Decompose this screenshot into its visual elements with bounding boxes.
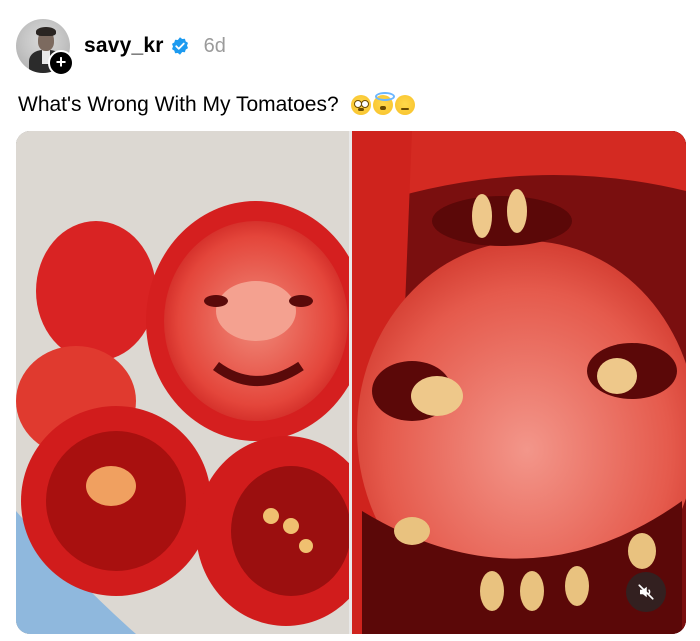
post-caption: What's Wrong With My Tomatoes? (18, 92, 415, 117)
follow-plus-icon[interactable]: + (48, 50, 74, 76)
avatar[interactable]: + (16, 19, 74, 76)
speaker-muted-icon (638, 584, 654, 600)
post-header: + savy_kr 6d (16, 18, 226, 76)
username[interactable]: savy_kr (84, 34, 164, 58)
post-meta: savy_kr 6d (84, 34, 226, 58)
tomato-slices-photo (16, 131, 349, 634)
mute-toggle-button[interactable] (626, 572, 666, 612)
caption-text: What's Wrong With My Tomatoes? (18, 93, 339, 116)
verified-badge-icon (171, 37, 188, 55)
post-media[interactable] (16, 131, 686, 634)
tomato-closeup-photo (352, 131, 686, 634)
flushed-face-icon (350, 95, 371, 116)
post-timestamp: 6d (203, 34, 226, 57)
thinking-face-icon (394, 95, 415, 116)
caption-emojis (350, 92, 415, 116)
smiling-face-with-halo-icon (372, 92, 395, 116)
